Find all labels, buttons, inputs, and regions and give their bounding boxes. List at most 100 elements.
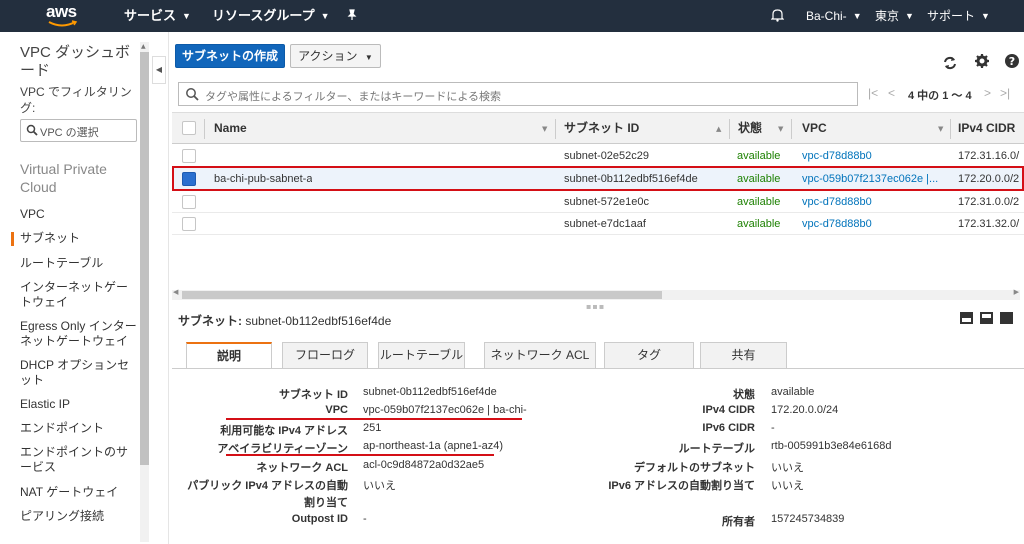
sidebar-title[interactable]: VPC ダッシュボード [20, 44, 132, 80]
last-page-icon[interactable]: >| [1000, 86, 1010, 100]
gear-icon[interactable] [974, 53, 990, 69]
value-vpc-link[interactable]: vpc-059b07f2137ec062e | ba-chi- [363, 404, 527, 416]
tab-sharing[interactable]: 共有 [700, 342, 787, 368]
cell-vpc-link[interactable]: vpc-d78d88b0 [802, 191, 948, 213]
support-label: サポート [927, 9, 976, 23]
sidebar-item-internet-gateways[interactable]: インターネットゲートウェイ [20, 280, 138, 310]
tab-route-table[interactable]: ルートテーブル [378, 342, 465, 368]
detail-header: サブネット: subnet-0b112edbf516ef4de [178, 312, 391, 329]
cell-state: available [737, 218, 781, 230]
region-menu[interactable]: 東京 ▼ [875, 0, 914, 32]
chevron-down-icon: ▼ [182, 11, 191, 21]
detail-header-value: subnet-0b112edbf516ef4de [245, 314, 392, 328]
layout-buttons [960, 312, 1016, 326]
sidebar-section-vpc: Virtual Private Cloud [20, 161, 107, 195]
sort-asc-icon[interactable]: ▲ [716, 125, 721, 133]
table-row[interactable]: subnet-572e1e0c available vpc-d78d88b0 1… [172, 191, 1024, 213]
layout-middle-icon[interactable] [980, 312, 993, 324]
sidebar-item-nat-gateways[interactable]: NAT ゲートウェイ [20, 485, 138, 500]
scroll-right-icon[interactable]: ▶ [1014, 288, 1019, 296]
sort-icon[interactable]: ▼ [938, 125, 943, 133]
value-subnet-id: subnet-0b112edbf516ef4de [363, 386, 497, 398]
active-indicator [11, 232, 14, 246]
sidebar-item-endpoints[interactable]: エンドポイント [20, 421, 138, 436]
label-auto-assign-ipv6: IPv6 アドレスの自動割り当て [608, 480, 755, 492]
column-header-name[interactable]: Name [214, 113, 247, 144]
sidebar-item-peering[interactable]: ピアリング接続 [20, 509, 138, 524]
cell-state: available [737, 196, 781, 208]
value-route-table-link[interactable]: rtb-005991b3e84e6168d [771, 440, 892, 452]
table-row[interactable]: subnet-e7dc1aaf available vpc-d78d88b0 1… [172, 213, 1024, 235]
search-placeholder: タグや属性によるフィルター、またはキーワードによる検索 [205, 91, 502, 103]
chevron-down-icon: ▼ [981, 11, 990, 21]
scroll-left-icon[interactable]: ◀ [173, 288, 178, 296]
next-page-icon[interactable]: > [984, 86, 991, 100]
table-horizontal-scrollbar[interactable]: ◀ ▶ [172, 288, 1020, 300]
help-icon[interactable]: ? [1004, 53, 1020, 69]
resize-handle-icon[interactable]: ▪▪▪ [586, 302, 605, 311]
label-owner: 所有者 [722, 516, 755, 528]
sidebar-item-route-tables[interactable]: ルートテーブル [20, 256, 138, 271]
bell-icon[interactable] [770, 0, 785, 32]
select-all-checkbox[interactable] [182, 121, 196, 135]
search-icon [26, 124, 38, 136]
collapse-sidebar-button[interactable]: ◀ [152, 56, 166, 84]
tab-flow-logs[interactable]: フローログ [282, 342, 368, 368]
resource-groups-label: リソースグループ [212, 8, 315, 23]
column-header-state[interactable]: 状態 [738, 113, 762, 144]
sidebar-scroll-thumb[interactable] [140, 52, 149, 465]
table-scroll-thumb[interactable] [182, 291, 662, 299]
column-header-subnet-id[interactable]: サブネット ID [564, 113, 639, 144]
column-separator [555, 119, 556, 139]
tab-tags[interactable]: タグ [604, 342, 694, 368]
sidebar-item-vpc[interactable]: VPC [20, 207, 138, 222]
scroll-up-icon[interactable]: ▲ [141, 43, 146, 50]
value-network-acl-link[interactable]: acl-0c9d84872a0d32ae5 [363, 459, 484, 471]
search-input[interactable]: タグや属性によるフィルター、またはキーワードによる検索 [178, 82, 858, 106]
actions-button[interactable]: アクション ▼ [290, 44, 381, 68]
refresh-icon[interactable] [942, 55, 958, 71]
column-header-ipv4-cidr[interactable]: IPv4 CIDR [958, 113, 1015, 144]
resource-groups-menu[interactable]: リソースグループ ▼ [212, 0, 330, 32]
row-checkbox[interactable] [182, 195, 196, 209]
sidebar-item-dhcp-options[interactable]: DHCP オプションセット [20, 358, 138, 388]
sidebar-item-egress-only-gateways[interactable]: Egress Only インターネットゲートウェイ [20, 319, 138, 349]
account-label: Ba-Chi- [806, 9, 847, 23]
pagination: |< < 4 中の 1 ～ 4 > >| [868, 86, 1018, 104]
cell-vpc-link[interactable]: vpc-d78d88b0 [802, 145, 948, 167]
cell-subnet-id: subnet-02e52c29 [564, 150, 650, 162]
sort-icon[interactable]: ▼ [778, 125, 783, 133]
sidebar-scrollbar[interactable]: ▲ [140, 42, 149, 542]
cell-subnet-id: subnet-e7dc1aaf [564, 218, 646, 230]
value-outpost-id: - [363, 513, 367, 525]
account-menu[interactable]: Ba-Chi- ▼ [806, 0, 862, 32]
sort-icon[interactable]: ▼ [542, 125, 547, 133]
prev-page-icon[interactable]: < [888, 86, 895, 100]
column-header-vpc[interactable]: VPC [802, 113, 827, 144]
chevron-down-icon: ▼ [364, 53, 373, 62]
aws-logo-text: aws [46, 2, 77, 21]
tab-description[interactable]: 説明 [186, 342, 272, 369]
pin-icon[interactable] [346, 0, 358, 32]
layout-full-icon[interactable] [1000, 312, 1013, 324]
first-page-icon[interactable]: |< [868, 86, 878, 100]
services-menu[interactable]: サービス ▼ [124, 0, 191, 32]
sidebar-item-endpoint-services[interactable]: エンドポイントのサービス [20, 445, 138, 475]
value-ipv4-cidr: 172.20.0.0/24 [771, 404, 839, 416]
layout-top-icon[interactable] [960, 312, 973, 324]
column-separator [950, 119, 951, 139]
sidebar-item-subnets[interactable]: サブネット [20, 231, 138, 246]
cell-vpc-link[interactable]: vpc-d78d88b0 [802, 213, 948, 235]
sidebar-item-elastic-ip[interactable]: Elastic IP [20, 397, 138, 412]
chevron-down-icon: ▼ [320, 11, 330, 21]
table-row[interactable]: subnet-02e52c29 available vpc-d78d88b0 1… [172, 145, 1024, 167]
tab-network-acl[interactable]: ネットワーク ACL [484, 342, 596, 368]
create-subnet-button[interactable]: サブネットの作成 [175, 44, 285, 68]
label-available-ipv4: 利用可能な IPv4 アドレス [220, 425, 348, 437]
row-checkbox[interactable] [182, 149, 196, 163]
chevron-down-icon: ▼ [905, 11, 914, 21]
support-menu[interactable]: サポート ▼ [927, 0, 990, 32]
aws-logo[interactable]: aws [46, 2, 86, 30]
row-checkbox[interactable] [182, 217, 196, 231]
vpc-select[interactable]: VPC の選択 [20, 119, 137, 142]
